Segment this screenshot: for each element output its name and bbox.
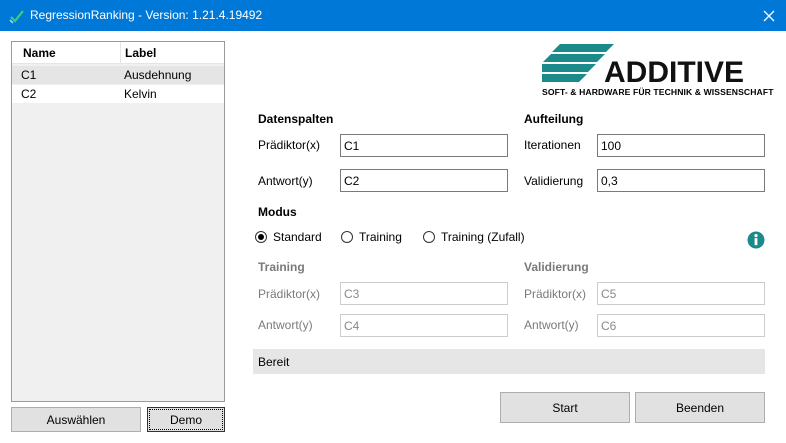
response-input[interactable]	[340, 169, 508, 192]
validation-heading: Validierung	[524, 260, 589, 274]
predictor-input[interactable]	[340, 134, 508, 157]
list-item-label: Ausdehnung	[124, 68, 192, 82]
radio-label: Training (Zufall)	[441, 230, 525, 244]
validation-predictor-input[interactable]	[597, 282, 765, 305]
list-item[interactable]: C1 Ausdehnung	[12, 66, 224, 84]
predictor-label: Prädiktor(x)	[258, 138, 321, 152]
column-separator[interactable]	[120, 42, 121, 64]
status-bar: Bereit	[253, 349, 765, 374]
list-item[interactable]: C2 Kelvin	[12, 85, 224, 103]
training-heading: Training	[258, 260, 305, 274]
validation-ratio-label: Validierung	[524, 174, 584, 188]
radio-dot	[255, 231, 267, 243]
column-list[interactable]: Name Label C1 Ausdehnung C2 Kelvin	[11, 41, 225, 402]
mode-radio-training-random[interactable]: Training (Zufall)	[423, 229, 525, 245]
select-button[interactable]: Auswählen	[11, 407, 141, 432]
title-bar: RegressionRanking - Version: 1.21.4.1949…	[0, 0, 786, 31]
start-button[interactable]: Start	[500, 392, 630, 423]
training-predictor-input[interactable]	[340, 282, 508, 305]
validation-response-label: Antwort(y)	[524, 318, 579, 332]
training-response-label: Antwort(y)	[258, 318, 313, 332]
list-header: Name Label	[12, 42, 224, 64]
mode-radio-standard[interactable]: Standard	[255, 229, 322, 245]
logo-subtitle: SOFT- & HARDWARE FÜR TECHNIK & WISSENSCH…	[542, 87, 774, 97]
close-button[interactable]	[752, 0, 786, 31]
column-header-label[interactable]: Label	[125, 42, 156, 64]
list-item-name: C2	[21, 87, 37, 101]
radio-dot	[341, 231, 353, 243]
training-response-input[interactable]	[340, 314, 508, 337]
split-heading: Aufteilung	[524, 112, 584, 126]
list-item-label: Kelvin	[124, 87, 157, 101]
list-item-name: C1	[21, 68, 37, 82]
mode-radio-training[interactable]: Training	[341, 229, 402, 245]
column-header-name[interactable]: Name	[23, 42, 56, 64]
demo-button[interactable]: Demo	[147, 407, 225, 432]
response-label: Antwort(y)	[258, 174, 313, 188]
app-check-icon	[9, 10, 24, 24]
radio-dot	[423, 231, 435, 243]
training-predictor-label: Prädiktor(x)	[258, 287, 321, 301]
radio-label: Standard	[273, 230, 322, 244]
iterations-label: Iterationen	[524, 138, 581, 152]
validation-predictor-label: Prädiktor(x)	[524, 287, 587, 301]
mode-heading: Modus	[258, 205, 297, 219]
data-columns-heading: Datenspalten	[258, 112, 334, 126]
validation-response-input[interactable]	[597, 314, 765, 337]
quit-button[interactable]: Beenden	[635, 392, 765, 423]
window-title: RegressionRanking - Version: 1.21.4.1949…	[30, 8, 263, 22]
status-text: Bereit	[258, 355, 290, 369]
close-icon	[763, 10, 775, 21]
iterations-input[interactable]	[597, 134, 765, 157]
validation-ratio-input[interactable]	[597, 169, 765, 192]
radio-label: Training	[359, 230, 402, 244]
info-icon[interactable]	[747, 231, 765, 249]
logo-wordmark: ADDITIVE	[604, 56, 744, 89]
